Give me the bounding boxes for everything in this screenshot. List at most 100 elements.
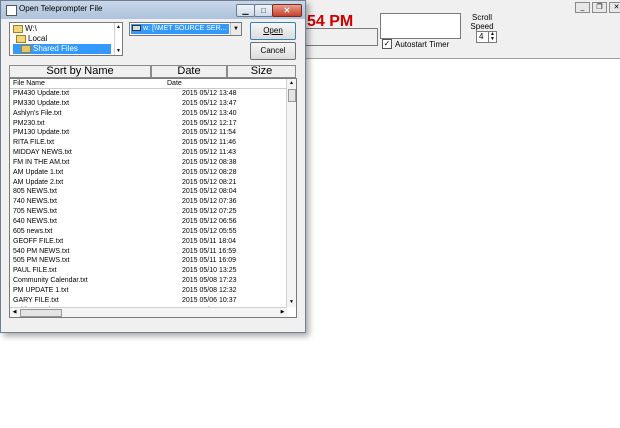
file-name: 805 NEWS.txt [13,188,57,196]
restore-icon[interactable]: ❐ [592,2,607,13]
close-button[interactable]: ✕ [272,4,302,17]
dir-item-local[interactable]: Local [16,34,47,44]
open-file-dialog: Open Teleprompter File ▁ □ ✕ W:\ Local S… [0,0,306,333]
file-date: 2015 05/11 16:59 [182,247,236,255]
scroll-thumb[interactable] [20,309,62,317]
file-name: GARY FILE.txt [13,296,59,304]
autostart-timer-checkbox[interactable]: ✓ Autostart Timer [382,39,449,49]
file-row[interactable]: 805 NEWS.txt 2015 05/12 08:04 [10,187,287,197]
file-name: 640 NEWS.txt [13,217,57,225]
file-name: PM430 Update.txt [13,90,70,97]
scroll-down-icon[interactable]: ▼ [287,298,296,307]
file-row[interactable]: MIDDAY NEWS.txt 2015 05/12 11:43 [10,148,287,158]
file-name: PM230.txt [13,119,45,127]
close-icon[interactable]: ✕ [609,2,620,13]
scroll-speed-stepper[interactable]: 4 ▲ ▼ [476,31,497,43]
directory-list[interactable]: W:\ Local Shared Files ▲ ▼ [9,22,123,56]
file-date: 2015 05/12 05:55 [182,227,237,235]
file-date: 2015 05/12 08:21 [182,178,237,186]
file-row[interactable]: AM Update 1.txt 2015 05/12 08:28 [10,168,287,178]
file-name: AM Update 1.txt [13,168,64,176]
file-list-hscrollbar[interactable]: ◀ ▶ [10,307,287,317]
file-date: 2015 05/12 06:56 [182,217,237,225]
scroll-up-icon[interactable]: ▲ [116,24,121,30]
dir-item-shared-files[interactable]: Shared Files [13,44,111,54]
file-name: FM IN THE AM.txt [13,158,70,166]
file-name: RITA FILE.txt [13,139,55,147]
spin-arrows-icon[interactable]: ▲ ▼ [488,32,496,42]
file-name: GEOFF FILE.txt [13,237,64,245]
minimize-icon[interactable]: _ [575,2,590,13]
file-row[interactable]: Community Calendar.txt 2015 05/08 17:23 [10,276,287,286]
chevron-down-icon[interactable]: ▼ [230,23,241,35]
dir-label: Local [28,34,48,43]
file-name: AM Update 2.txt [13,178,64,186]
scroll-label-line2: Speed [470,22,494,31]
scroll-thumb[interactable] [288,89,296,102]
dialog-titlebar[interactable]: Open Teleprompter File ▁ □ ✕ [1,1,305,19]
scroll-down-icon[interactable]: ▼ [116,48,121,54]
folder-icon [21,45,31,53]
file-date: 2015 05/12 12:17 [182,119,237,127]
file-name: PAUL FILE.txt [13,267,57,275]
file-row[interactable]: 640 NEWS.txt 2015 05/12 06:56 [10,217,287,227]
sort-by-date-button[interactable]: Date [151,65,227,78]
minimize-button[interactable]: ▁ [236,4,255,17]
file-row[interactable]: 705 NEWS.txt 2015 05/12 07:25 [10,207,287,217]
file-date: 2015 05/06 10:37 [182,296,237,304]
file-date: 2015 05/12 11:43 [182,149,236,157]
file-date: 2015 05/12 07:36 [182,198,237,206]
directory-scrollbar[interactable]: ▲ ▼ [114,23,122,55]
cancel-button-label: Cancel [260,46,286,55]
file-name: 540 PM NEWS.txt [13,247,70,255]
file-row[interactable]: PAUL FILE.txt 2015 05/10 13:25 [10,266,287,276]
file-row[interactable]: 605 news.txt 2015 05/12 05:55 [10,227,287,237]
drive-select[interactable]: w: [\\MET SOURCE SER... ▼ [129,22,242,36]
text-field[interactable] [380,13,461,39]
file-row[interactable]: AM Update 2.txt 2015 05/12 08:21 [10,178,287,188]
file-name: MIDDAY NEWS.txt [13,149,72,157]
file-date: 2015 05/12 08:38 [182,158,237,166]
sort-by-name-button[interactable]: Sort by Name [9,65,151,78]
file-list[interactable]: File Name Date PM430 Update.txt 2015 05/1… [9,78,297,318]
file-rows: PM430 Update.txt 2015 05/12 13:48 PM330 Up… [10,89,287,315]
drive-selected: w: [\\MET SOURCE SER... [131,24,229,34]
file-date: 2015 05/11 18:04 [182,237,236,245]
open-folder-icon [13,25,23,33]
file-row[interactable]: PM130 Update.txt 2015 05/12 11:54 [10,128,287,138]
file-row[interactable]: 740 NEWS.txt 2015 05/12 07:36 [10,197,287,207]
file-row[interactable]: GARY FILE.txt 2015 05/06 10:37 [10,296,287,306]
open-folder-icon [16,35,26,43]
scroll-right-icon[interactable]: ▶ [278,308,287,317]
file-row[interactable]: PM230.txt 2015 05/12 12:17 [10,119,287,129]
app-icon [6,5,17,16]
file-list-vscrollbar[interactable]: ▲ ▼ [286,79,296,307]
scroll-up-icon[interactable]: ▲ [287,79,296,88]
drive-label: w: [\\MET SOURCE SER... [143,25,227,32]
file-row[interactable]: PM330 Update.txt 2015 05/12 13:47 [10,99,287,109]
file-row[interactable]: FM IN THE AM.txt 2015 05/12 08:38 [10,158,287,168]
file-name: 740 NEWS.txt [13,198,57,206]
file-date: 2015 05/10 13:25 [182,267,237,275]
file-name: PM130 Update.txt [13,129,70,137]
file-date: 2015 05/08 12:32 [182,286,237,294]
file-date: 2015 05/12 08:04 [182,188,237,196]
scroll-left-icon[interactable]: ◀ [10,308,19,317]
file-row[interactable]: Ashlyn's File.txt 2015 05/12 13:40 [10,109,287,119]
file-date: 2015 05/12 08:28 [182,168,237,176]
file-row[interactable]: 505 PM NEWS.txt 2015 05/11 16:09 [10,256,287,266]
file-row[interactable]: RITA FILE.txt 2015 05/12 11:46 [10,138,287,148]
cancel-button[interactable]: Cancel [250,42,296,60]
network-drive-icon [132,25,141,32]
file-date: 2015 05/12 11:46 [182,139,236,147]
sort-by-size-button[interactable]: Size [227,65,296,78]
file-row[interactable]: PM430 Update.txt 2015 05/12 13:48 [10,89,287,99]
file-row[interactable]: GEOFF FILE.txt 2015 05/11 18:04 [10,237,287,247]
dir-item-root[interactable]: W:\ [13,24,37,34]
file-name: Community Calendar.txt [13,277,88,285]
file-row[interactable]: 540 PM NEWS.txt 2015 05/11 16:59 [10,247,287,257]
maximize-button[interactable]: □ [254,4,273,17]
file-row[interactable]: PM UPDATE 1.txt 2015 05/08 12:32 [10,286,287,296]
column-file-name: File Name [13,80,45,87]
open-button[interactable]: Open [250,22,296,40]
